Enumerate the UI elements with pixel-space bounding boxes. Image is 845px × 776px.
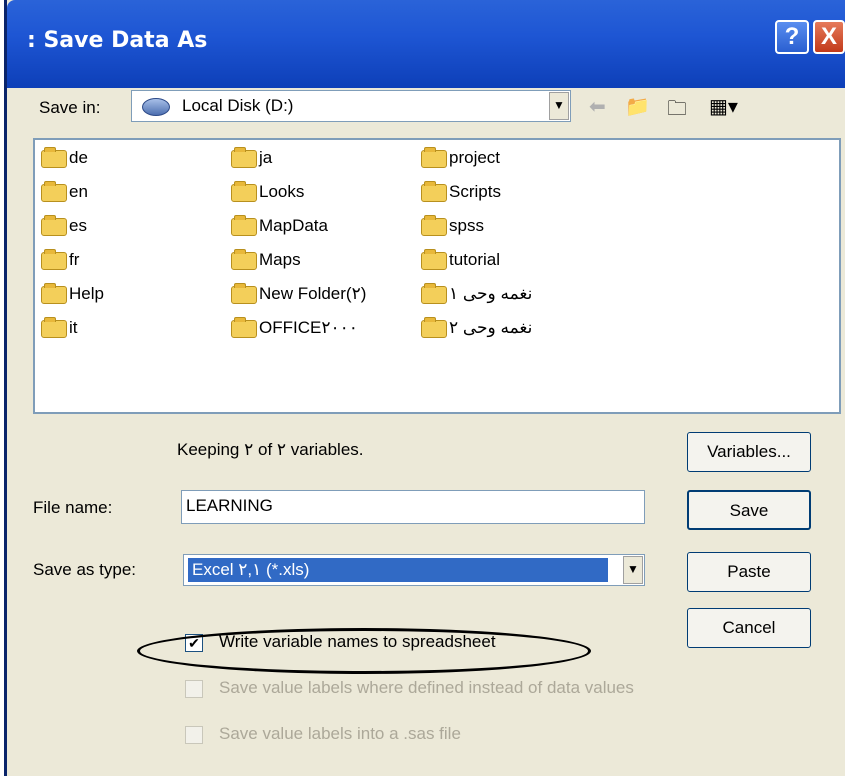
list-item[interactable]: es (41, 214, 87, 238)
help-button[interactable]: ? (775, 20, 809, 54)
save-in-label: Save in: (39, 98, 101, 117)
save-data-as-dialog: : Save Data As ? X Save in: Local Disk (… (4, 0, 845, 776)
folder-icon (41, 316, 67, 338)
list-item[interactable]: MapData (231, 214, 328, 238)
list-item[interactable]: fr (41, 248, 79, 272)
folder-icon (231, 214, 257, 236)
list-item[interactable]: en (41, 180, 88, 204)
folder-icon (421, 214, 447, 236)
folder-icon (421, 180, 447, 202)
folder-icon (421, 282, 447, 304)
save-in-combo[interactable]: Local Disk (D:) ▼ (131, 90, 571, 122)
local-disk-icon (142, 98, 170, 116)
folder-icon (231, 180, 257, 202)
save-value-labels-label: Save value labels where defined instead … (219, 678, 634, 697)
list-item[interactable]: project (421, 146, 500, 170)
back-arrow-icon[interactable]: ⬅ (589, 94, 606, 119)
list-item[interactable]: نغمه وحی ٢ (421, 316, 532, 340)
save-as-type-select[interactable]: Excel ٢,١ (*.xls) ▼ (183, 554, 645, 586)
list-item[interactable]: ja (231, 146, 272, 170)
folder-icon (231, 282, 257, 304)
save-as-type-label: Save as type: (33, 560, 137, 579)
folder-icon (41, 248, 67, 270)
save-sas-labels-label: Save value labels into a .sas file (219, 724, 461, 743)
file-name-input[interactable]: LEARNING (181, 490, 645, 524)
list-item[interactable]: OFFICE٢٠٠٠ (231, 316, 358, 340)
folder-icon (421, 146, 447, 168)
list-item[interactable]: de (41, 146, 88, 170)
list-item[interactable]: tutorial (421, 248, 500, 272)
save-in-value: Local Disk (D:) (182, 96, 294, 115)
list-item[interactable]: New Folder(٢) (231, 282, 366, 306)
file-name-label: File name: (33, 498, 113, 517)
list-item[interactable]: Looks (231, 180, 304, 204)
file-list[interactable]: de en es fr Help it ja Looks MapData Map… (33, 138, 841, 414)
folder-icon (231, 316, 257, 338)
new-folder-icon[interactable]: 🗀 (667, 94, 687, 128)
cancel-button[interactable]: Cancel (687, 608, 811, 648)
save-value-labels-checkbox[interactable] (185, 680, 203, 698)
chevron-down-icon[interactable]: ▼ (623, 556, 643, 584)
folder-icon (421, 248, 447, 270)
folder-icon (231, 248, 257, 270)
save-sas-labels-checkbox[interactable] (185, 726, 203, 744)
close-button[interactable]: X (813, 20, 845, 54)
list-item[interactable]: Scripts (421, 180, 501, 204)
variables-button[interactable]: Variables... (687, 432, 811, 472)
folder-icon (421, 316, 447, 338)
paste-button[interactable]: Paste (687, 552, 811, 592)
highlight-ellipse (137, 628, 591, 674)
dialog-title: : Save Data As (27, 28, 208, 53)
list-item[interactable]: Maps (231, 248, 301, 272)
folder-icon (41, 180, 67, 202)
title-bar: : Save Data As ? X (7, 0, 845, 88)
keeping-variables-text: Keeping ٢ of ٢ variables. (177, 440, 364, 459)
view-menu-icon[interactable]: ▦▾ (709, 94, 738, 119)
folder-icon (41, 282, 67, 304)
list-item[interactable]: نغمه وحی ١ (421, 282, 532, 306)
list-item[interactable]: spss (421, 214, 484, 238)
folder-icon (231, 146, 257, 168)
list-item[interactable]: Help (41, 282, 104, 306)
list-item[interactable]: it (41, 316, 78, 340)
folder-icon (41, 214, 67, 236)
up-folder-icon[interactable]: 📁 (625, 94, 650, 119)
chevron-down-icon[interactable]: ▼ (549, 92, 569, 120)
save-button[interactable]: Save (687, 490, 811, 530)
folder-icon (41, 146, 67, 168)
save-as-type-value: Excel ٢,١ (*.xls) (188, 558, 608, 582)
